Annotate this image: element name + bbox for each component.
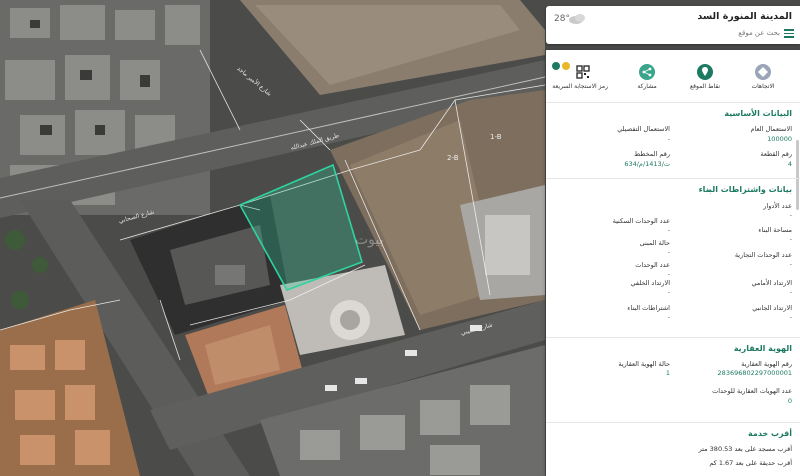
city-title: المدينة المنورة السد	[697, 11, 792, 22]
commercial-units-label: عدد الوحدات التجارية	[734, 251, 792, 259]
identity-title[interactable]: الهوية العقارية	[734, 344, 792, 353]
nearest-park: أقرب حديقة على بعد 1.67 كم	[709, 459, 792, 467]
side-setback-label: الارتداد الجانبي	[752, 304, 792, 312]
action-bar: رمز الاستجابة السريعة مشاركة نقاط الموقع…	[546, 64, 800, 100]
building-status-value: -	[667, 248, 670, 256]
qr-code-icon	[575, 64, 591, 80]
directions-button[interactable]: الاتجاهات	[738, 64, 788, 90]
identity-id-value[interactable]: 283696802297000001	[718, 369, 792, 377]
building-area-label: مساحة البناء	[758, 226, 792, 234]
location-search-card[interactable]: 28° المدينة المنورة السد بحث عن موقع	[546, 6, 800, 44]
location-points-button[interactable]: نقاط الموقع	[680, 64, 730, 90]
parcel-info-panel: رمز الاستجابة السريعة مشاركة نقاط الموقع…	[546, 50, 800, 476]
residential-units-value: -	[667, 226, 670, 234]
back-setback-value: -	[667, 288, 670, 296]
search-hint[interactable]: بحث عن موقع	[738, 29, 780, 37]
nearest-service-section: أقرب خدمة أقرب مسجد على بعد 380.53 متر أ…	[546, 422, 800, 476]
parcel-label-b1: 1-B	[490, 133, 502, 141]
parcel-label-b2: 2-B	[447, 154, 459, 162]
building-status-label: حالة المبنى	[639, 239, 670, 247]
back-setback-label: الارتداد الخلفي	[630, 279, 670, 287]
share-icon	[639, 64, 655, 80]
hamburger-menu-icon[interactable]	[784, 29, 794, 38]
units-label: عدد الوحدات	[635, 261, 670, 269]
plan-number-label: رقم المخطط	[634, 150, 670, 158]
plot-number-label: رقم القطعة	[760, 150, 792, 158]
front-setback-label: الارتداد الأمامي	[751, 279, 792, 287]
qr-code-button[interactable]: رمز الاستجابة السريعة	[552, 64, 608, 90]
directions-icon	[755, 64, 771, 80]
building-conditions-value: -	[667, 313, 670, 321]
identity-units-value: 0	[787, 397, 792, 405]
plot-number-value: 4	[787, 160, 792, 168]
floors-value: -	[789, 211, 792, 219]
identity-units-label: عدد الهويات العقارية للوحدات	[712, 387, 792, 395]
residential-units-label: عدد الوحدات السكنية	[612, 217, 670, 225]
identity-id-label: رقم الهوية العقارية	[741, 360, 792, 368]
building-area-value: -	[789, 235, 792, 243]
nearest-service-title[interactable]: أقرب خدمة	[748, 429, 792, 438]
floors-label: عدد الأدوار	[763, 202, 792, 210]
location-icon	[697, 64, 713, 80]
map-watermark: بيوت	[355, 232, 384, 248]
detailed-use-label: الاستعمال التفصيلي	[617, 125, 670, 133]
side-setback-value: -	[789, 313, 792, 321]
units-value: -	[667, 270, 670, 278]
front-setback-value: -	[789, 288, 792, 296]
building-section: ⌄ بيانات واشتراطات البناء عدد الأدوار - …	[546, 178, 800, 328]
basic-data-title[interactable]: البيانات الأساسية	[724, 109, 792, 118]
plan-number-value: ت/1413/م/634	[624, 160, 670, 168]
share-button[interactable]: مشاركة	[622, 64, 672, 90]
identity-status-value: 1	[665, 369, 670, 377]
nearest-mosque: أقرب مسجد على بعد 380.53 متر	[698, 445, 792, 453]
building-section-title[interactable]: بيانات واشتراطات البناء	[699, 185, 792, 194]
building-conditions-label: اشتراطات البناء	[627, 304, 670, 312]
general-use-label: الاستعمال العام	[750, 125, 792, 133]
identity-status-label: حالة الهوية العقارية	[618, 360, 670, 368]
general-use-value: 100000	[767, 135, 792, 143]
cloud-icon	[569, 14, 585, 24]
detailed-use-value: -	[667, 135, 670, 143]
identity-section: الهوية العقارية رقم الهوية العقارية 2836…	[546, 337, 800, 417]
commercial-units-value: -	[789, 260, 792, 268]
